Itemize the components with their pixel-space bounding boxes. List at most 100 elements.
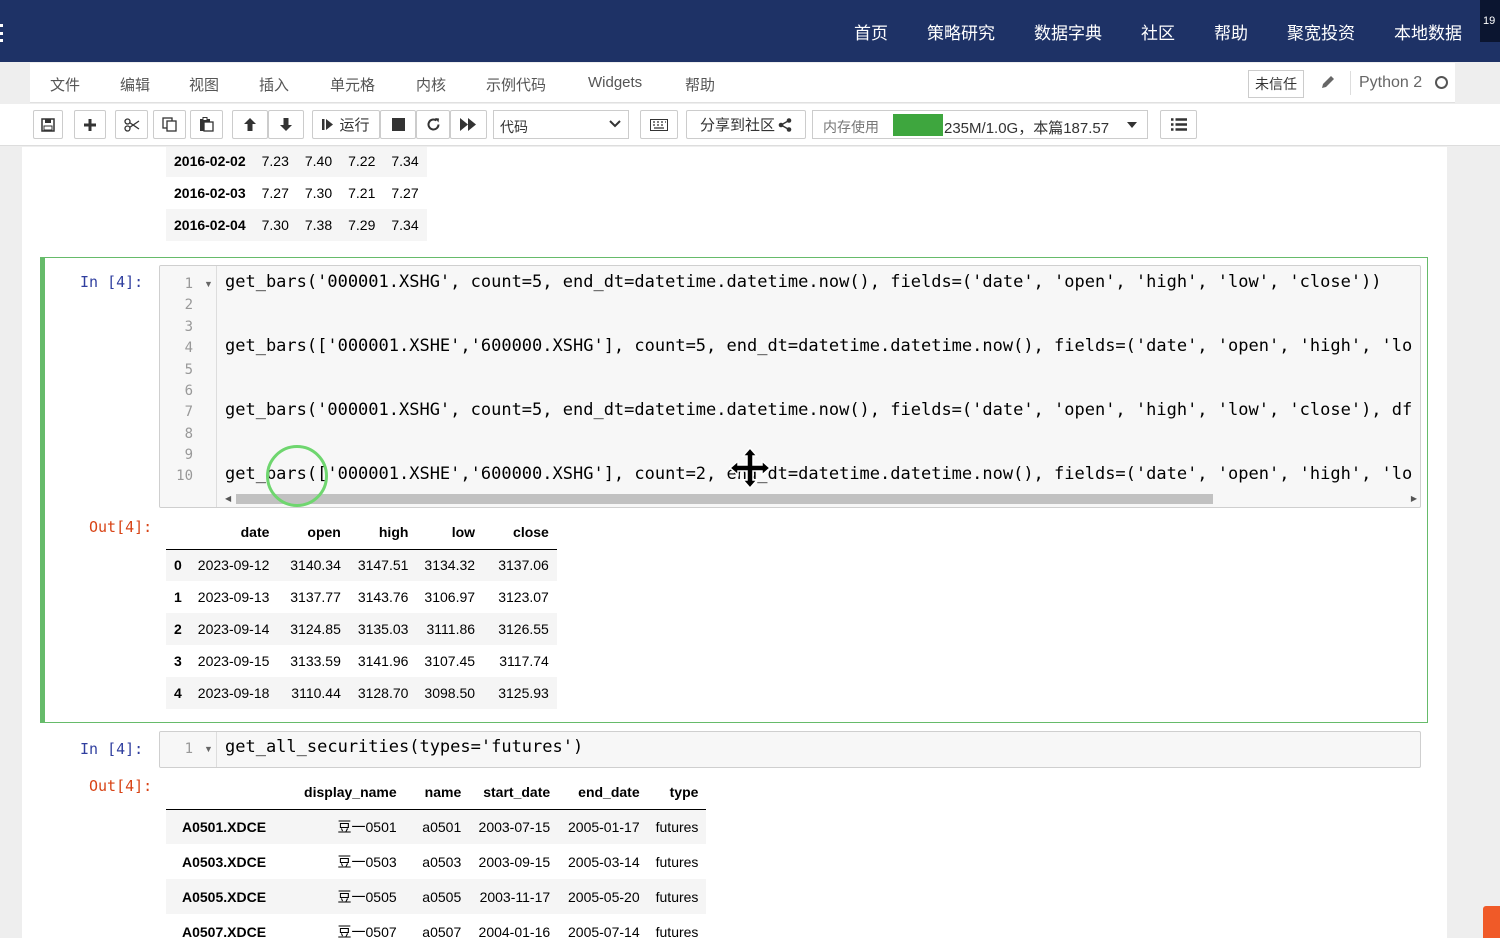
- row-index: 0: [174, 557, 182, 574]
- move-up-button[interactable]: [232, 110, 268, 139]
- row-index: A0507.XDCE: [182, 923, 267, 938]
- table-row: 2016-02-03 7.27 7.30 7.21 7.27: [166, 177, 427, 209]
- fold-arrow-icon[interactable]: ▼: [204, 279, 213, 289]
- pencil-icon[interactable]: [1320, 74, 1336, 90]
- line-number: 7: [184, 404, 193, 420]
- column-header: start_date: [469, 775, 559, 810]
- logo-icon: [1483, 906, 1500, 938]
- table-cell: 2023-09-18: [197, 685, 270, 701]
- arrow-up-icon: [244, 118, 256, 131]
- table-cell: 7.30: [261, 217, 289, 233]
- move-down-button[interactable]: [268, 110, 304, 139]
- nav-help[interactable]: 帮助: [1214, 19, 1248, 44]
- nav-data-dictionary[interactable]: 数据字典: [1034, 19, 1102, 44]
- command-palette-button[interactable]: [640, 110, 678, 139]
- menu-kernel[interactable]: 内核: [416, 74, 446, 95]
- horizontal-scrollbar[interactable]: ◀ ▶: [225, 491, 1417, 505]
- fold-arrow-icon[interactable]: ▼: [204, 744, 213, 754]
- menu-insert[interactable]: 插入: [259, 74, 289, 95]
- row-index: 2: [174, 621, 182, 637]
- column-header: open: [277, 515, 349, 550]
- column-header: date: [189, 515, 278, 550]
- table-row: 4 2023-09-18 3110.44 3128.70 3098.50 312…: [166, 677, 557, 709]
- nav-joinquant-invest[interactable]: 聚宽投资: [1287, 19, 1355, 44]
- menu-edit[interactable]: 编辑: [120, 74, 150, 95]
- menu-example-code[interactable]: 示例代码: [486, 74, 546, 95]
- row-index: 2016-02-04: [174, 217, 246, 233]
- table-row: 2016-02-04 7.30 7.38 7.29 7.34: [166, 209, 427, 241]
- share-label: 分享到社区: [699, 117, 775, 134]
- column-header: high: [348, 515, 417, 550]
- notebook-toolbar: 运行 代码 分享到社区 内存使用 235M/1.0G，本篇187.57: [0, 104, 1500, 146]
- scroll-left-icon[interactable]: ◀: [225, 494, 231, 503]
- column-header: low: [416, 515, 484, 550]
- scrollbar-thumb[interactable]: [236, 494, 1213, 504]
- menu-view[interactable]: 视图: [189, 74, 219, 95]
- table-header-row: display_name name start_date end_date ty…: [166, 775, 707, 810]
- insert-cell-button[interactable]: [74, 110, 106, 139]
- cell-type-select[interactable]: 代码: [493, 110, 629, 139]
- menu-help[interactable]: 帮助: [685, 74, 715, 95]
- cell-in-prompt: In [4]:: [80, 273, 144, 291]
- table-cell: 3107.45: [424, 653, 476, 669]
- table-cell: a0503: [422, 853, 462, 870]
- restart-kernel-button[interactable]: [416, 110, 450, 139]
- scroll-right-icon[interactable]: ▶: [1411, 494, 1417, 503]
- table-cell: a0507: [422, 923, 462, 938]
- menubar-separator: [1350, 71, 1351, 95]
- table-cell: 豆一0507: [337, 923, 397, 938]
- list-icon: [1170, 118, 1187, 131]
- memory-label: 内存使用: [823, 119, 879, 135]
- interrupt-button[interactable]: [380, 110, 416, 139]
- paste-button[interactable]: [190, 110, 223, 139]
- table-cell: futures: [655, 888, 699, 905]
- save-button[interactable]: [33, 110, 63, 139]
- run-button[interactable]: 运行: [312, 110, 380, 139]
- menu-file[interactable]: 文件: [50, 74, 80, 95]
- share-icon: [778, 117, 792, 132]
- code-line: get_bars(['000001.XSHE','600000.XSHG'], …: [225, 336, 1413, 356]
- share-to-community-button[interactable]: 分享到社区: [686, 110, 806, 139]
- nav-community[interactable]: 社区: [1141, 19, 1175, 44]
- nav-strategy-research[interactable]: 策略研究: [927, 19, 995, 44]
- table-cell: 2003-07-15: [478, 818, 551, 835]
- paste-icon: [200, 117, 214, 132]
- nav-local-data[interactable]: 本地数据: [1394, 19, 1462, 44]
- keyboard-icon: [650, 118, 668, 131]
- nav-home[interactable]: 首页: [854, 19, 888, 44]
- plus-icon: [84, 118, 96, 131]
- memory-text: 235M/1.0G，本篇187.57: [944, 120, 1110, 137]
- column-header: [166, 515, 190, 550]
- table-cell: a0505: [422, 888, 462, 905]
- untrusted-badge[interactable]: 未信任: [1248, 70, 1304, 98]
- table-cell: 3140.34: [290, 557, 341, 574]
- table-cell: 7.27: [261, 185, 289, 201]
- table-cell: 7.38: [304, 217, 333, 233]
- code-editor[interactable]: 1 ▼ get_all_securities(types='futures'): [159, 731, 1421, 768]
- table-row: A0501.XDCE 豆一0501 a0501 2003-07-15 2005-…: [166, 809, 707, 844]
- memory-usage[interactable]: 内存使用 235M/1.0G，本篇187.57: [812, 110, 1148, 139]
- table-cell: 2005-03-14: [568, 853, 640, 870]
- menu-dots-icon[interactable]: [0, 24, 4, 42]
- toggle-list-button[interactable]: [1160, 110, 1197, 139]
- copy-button[interactable]: [153, 110, 186, 139]
- previous-output-table: 2016-02-02 7.23 7.40 7.22 7.34 2016-02-0…: [166, 147, 427, 241]
- run-all-button[interactable]: [450, 110, 487, 139]
- table-cell: 3137.77: [290, 589, 341, 605]
- click-highlight-circle: [266, 445, 328, 507]
- table-cell: 3141.96: [357, 653, 409, 669]
- notebook-menubar: 文件 编辑 视图 插入 单元格 内核 示例代码 Widgets 帮助 未信任 P…: [30, 63, 1455, 103]
- code-editor[interactable]: 1 ▼ 2 3 4 5 6 7 8 9 10 get_bars('000001.…: [159, 265, 1421, 508]
- menu-widgets[interactable]: Widgets: [588, 74, 642, 91]
- table-cell: 2023-09-13: [197, 589, 270, 605]
- table-row: 0 2023-09-12 3140.34 3147.51 3134.32 313…: [166, 549, 557, 581]
- table-cell: 3133.59: [290, 653, 341, 669]
- fast-forward-icon: [460, 118, 476, 131]
- table-cell: 7.40: [304, 153, 333, 169]
- output-table-bars: date open high low close 0 2023-09-12 31…: [166, 515, 557, 709]
- cut-button[interactable]: [115, 110, 148, 139]
- top-navbar: 首页 策略研究 数据字典 社区 帮助 聚宽投资 本地数据 19: [0, 0, 1500, 62]
- menu-cell[interactable]: 单元格: [330, 74, 375, 95]
- table-cell: 7.22: [348, 153, 376, 169]
- table-cell: 3106.97: [424, 589, 476, 605]
